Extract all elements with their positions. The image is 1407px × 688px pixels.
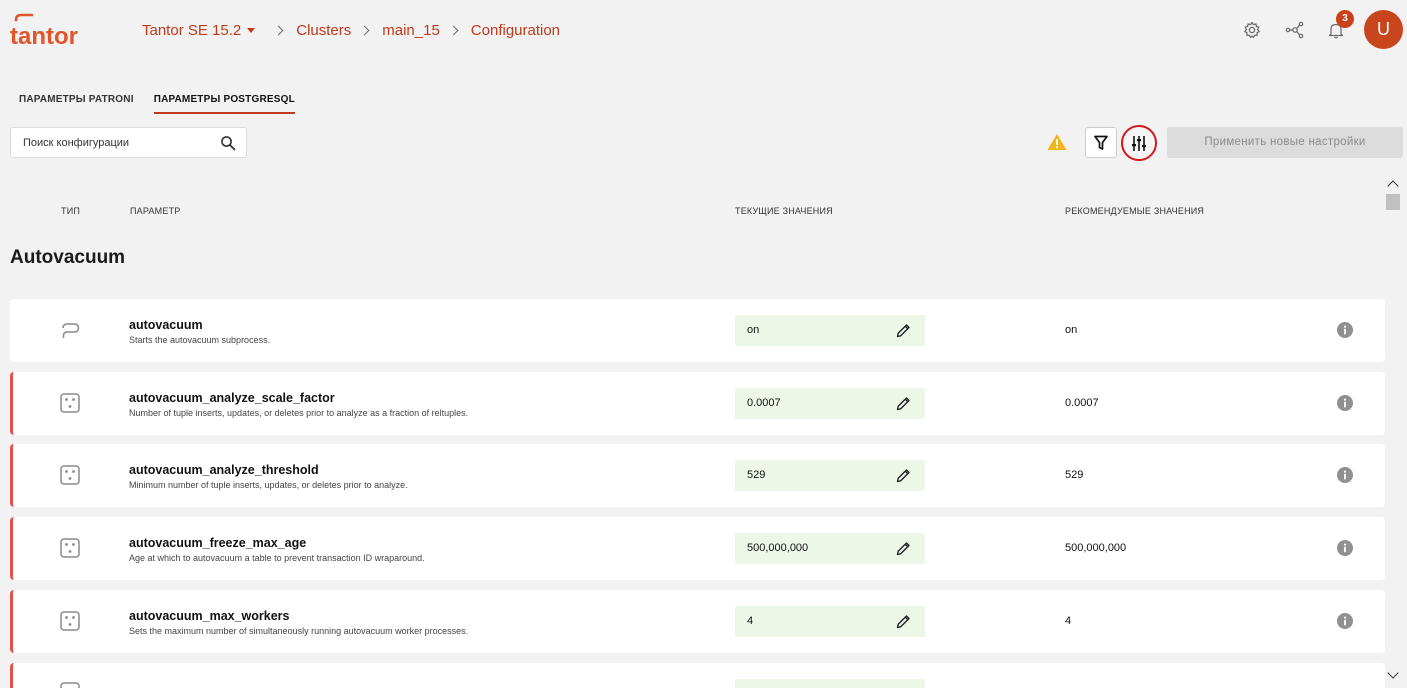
column-header-type: ТИП <box>61 206 81 216</box>
current-value: 529 <box>747 469 766 481</box>
current-value-field[interactable]: 4 <box>735 606 925 637</box>
number-icon <box>60 682 80 688</box>
column-settings-button[interactable] <box>1121 125 1157 161</box>
table-row: autovacuum Starts the autovacuum subproc… <box>10 299 1385 362</box>
breadcrumb: Tantor SE 15.2 Clusters main_15 Configur… <box>142 22 560 39</box>
current-value: on <box>747 324 760 336</box>
param-name: autovacuum_max_workers <box>129 609 290 623</box>
param-description: Age at which to autovacuum a table to pr… <box>129 553 425 563</box>
current-value-field[interactable]: 500,000,000 <box>735 533 925 564</box>
filter-button[interactable] <box>1085 127 1117 158</box>
recommended-value: 529 <box>1065 469 1084 481</box>
notification-badge: 3 <box>1336 10 1354 28</box>
param-name: autovacuum_analyze_scale_factor <box>129 391 335 405</box>
number-icon <box>60 611 80 631</box>
breadcrumb-cluster[interactable]: main_15 <box>382 22 440 39</box>
pencil-icon[interactable] <box>896 396 911 411</box>
param-description: Sets the maximum number of simultaneousl… <box>129 626 469 636</box>
info-icon[interactable] <box>1337 395 1353 411</box>
current-value-field[interactable]: 0.0007 <box>735 388 925 419</box>
search-icon[interactable] <box>220 135 236 151</box>
scrollbar[interactable] <box>1386 176 1400 686</box>
tab-postgresql[interactable]: ПАРАМЕТРЫ POSTGRESQL <box>153 94 295 114</box>
toggle-icon <box>62 323 80 338</box>
column-header-recommended: РЕКОМЕНДУЕМЫЕ ЗНАЧЕНИЯ <box>1065 206 1205 216</box>
apply-settings-button[interactable]: Применить новые настройки <box>1167 127 1403 158</box>
pencil-icon[interactable] <box>896 541 911 556</box>
chevron-right-icon <box>273 25 284 36</box>
param-description: Starts the autovacuum subprocess. <box>129 335 271 345</box>
app-header: tantor Tantor SE 15.2 Clusters main_15 C… <box>0 0 1407 64</box>
recommended-value: 500,000,000 <box>1065 542 1127 554</box>
param-description: Number of tuple inserts, updates, or del… <box>129 408 469 418</box>
table-row: autovacuum_analyze_threshold Minimum num… <box>10 444 1385 507</box>
chevron-down-icon[interactable] <box>247 28 256 33</box>
pencil-icon[interactable] <box>896 468 911 483</box>
pencil-icon[interactable] <box>896 323 911 338</box>
table-row: autovacuum_analyze_scale_factor Number o… <box>10 372 1385 435</box>
scroll-down-icon[interactable] <box>1387 667 1399 679</box>
table-row: autovacuum_max_workers Sets the maximum … <box>10 590 1385 653</box>
avatar[interactable]: U <box>1364 10 1403 49</box>
param-name: autovacuum_freeze_max_age <box>129 536 307 550</box>
number-icon <box>60 538 80 558</box>
search-input[interactable] <box>23 128 213 157</box>
current-value-field[interactable]: 529 <box>735 460 925 491</box>
column-header-current: ТЕКУЩИЕ ЗНАЧЕНИЯ <box>735 206 833 216</box>
table-row: autovacuum_freeze_max_age Age at which t… <box>10 517 1385 580</box>
info-icon[interactable] <box>1337 467 1353 483</box>
param-description: Minimum number of tuple inserts, updates… <box>129 480 408 490</box>
info-icon[interactable] <box>1337 322 1353 338</box>
param-name: autovacuum <box>129 318 203 332</box>
column-header-param: ПАРАМЕТР <box>130 206 181 216</box>
svg-text:tantor: tantor <box>10 23 78 48</box>
scroll-up-icon[interactable] <box>1387 180 1399 192</box>
info-icon[interactable] <box>1337 613 1353 629</box>
filter-icon <box>1094 135 1108 150</box>
chevron-right-icon <box>448 25 459 36</box>
section-title: Autovacuum <box>10 247 126 268</box>
tab-patroni[interactable]: ПАРАМЕТРЫ PATRONI <box>19 94 134 114</box>
chevron-right-icon <box>359 25 370 36</box>
config-tabs: ПАРАМЕТРЫ PATRONI ПАРАМЕТРЫ POSTGRESQL <box>19 94 315 114</box>
table-row <box>10 663 1385 688</box>
recommended-value: 0.0007 <box>1065 397 1099 409</box>
scrollbar-thumb[interactable] <box>1386 194 1400 210</box>
current-value-field[interactable]: on <box>735 315 925 346</box>
current-value: 500,000,000 <box>747 542 809 554</box>
info-icon[interactable] <box>1337 540 1353 556</box>
search-box <box>10 127 247 158</box>
current-value-field[interactable] <box>735 679 925 688</box>
breadcrumb-clusters[interactable]: Clusters <box>296 22 351 39</box>
number-icon <box>60 465 80 485</box>
recommended-value: on <box>1065 324 1078 336</box>
pencil-icon[interactable] <box>896 614 911 629</box>
current-value: 0.0007 <box>747 397 781 409</box>
number-icon <box>60 393 80 413</box>
breadcrumb-configuration[interactable]: Configuration <box>471 22 560 39</box>
param-name: autovacuum_analyze_threshold <box>129 463 319 477</box>
gear-icon[interactable] <box>1242 20 1262 40</box>
topology-icon[interactable] <box>1285 20 1305 40</box>
sliders-icon <box>1132 136 1146 151</box>
tantor-logo[interactable]: tantor <box>10 12 96 48</box>
warning-icon[interactable] <box>1047 133 1067 151</box>
breadcrumb-product[interactable]: Tantor SE 15.2 <box>142 22 241 39</box>
current-value: 4 <box>747 615 754 627</box>
recommended-value: 4 <box>1065 615 1072 627</box>
